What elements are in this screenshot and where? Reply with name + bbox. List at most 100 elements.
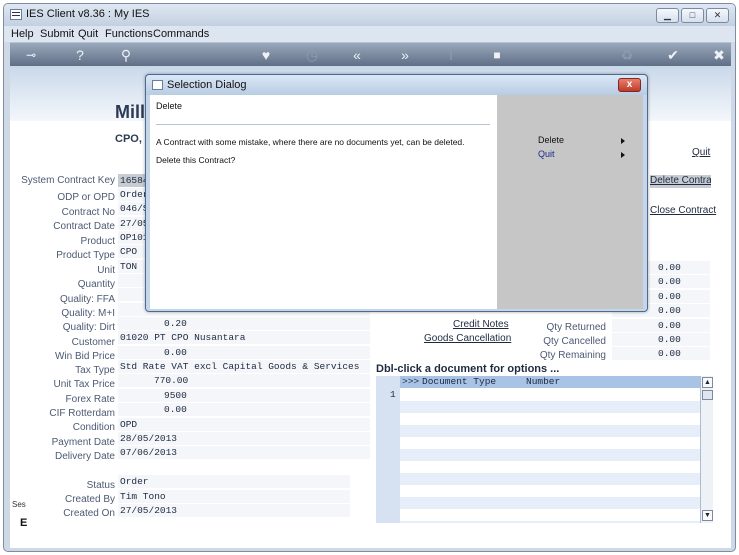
value-delivery-date[interactable]: 07/06/2013 [118,446,370,459]
help-icon[interactable]: ? [70,45,90,65]
label-quality-dirt: Quality: Dirt [62,322,115,333]
label-qty-remaining: Qty Remaining [539,350,606,361]
value-created-on[interactable]: 27/05/2013 [118,504,350,517]
menu-commands[interactable]: Commands [153,28,209,40]
value-forex-rate[interactable]: 9500 [118,389,370,402]
window-close-button[interactable]: ✕ [706,8,729,23]
option-delete[interactable]: Delete [538,135,564,145]
menu-functions[interactable]: Functions [105,28,153,40]
label-contract-date: Contract Date [53,221,115,232]
dialog-title-bar[interactable]: Selection Dialog x [146,75,647,95]
value-quality-dirt[interactable]: 0.20 [118,317,370,330]
label-status: Status [86,480,115,491]
label-product-type: Product Type [56,250,115,261]
value-unit-tax-price[interactable]: 770.00 [118,374,370,387]
quit-link[interactable]: Quit [692,147,710,158]
value-condition[interactable]: OPD [118,418,370,431]
label-system-contract-key: System Contract Key [21,175,115,186]
label-unit: Unit [97,265,115,276]
window-title: IES Client v8.36 : My IES [26,8,150,20]
label-qty-cancelled: Qty Cancelled [543,336,606,347]
dialog-body: Delete A Contract with some mistake, whe… [150,95,497,309]
value-created-by[interactable]: Tim Tono [118,490,350,503]
goods-cancellation-link[interactable]: Goods Cancellation [424,333,511,344]
dialog-app-icon [152,80,163,90]
dialog-heading: Delete [156,101,183,111]
credit-notes-link[interactable]: Credit Notes [453,319,509,330]
value-win-bid-price[interactable]: 0.00 [118,346,370,359]
submenu-arrow-icon [621,152,625,158]
label-delivery-date: Delivery Date [54,451,115,462]
delete-contract-link[interactable]: Delete Contract [650,175,711,188]
qty-returned-value: 0.00 [612,319,710,332]
dialog-message: A Contract with some mistake, where ther… [156,137,465,147]
label-contract-no: Contract No [61,207,115,218]
dialog-title: Selection Dialog [167,79,247,91]
dialog-divider [156,124,490,125]
scroll-thumb[interactable] [702,390,713,400]
qty-cancelled-value: 0.00 [612,333,710,346]
documents-title: Dbl-click a document for options ... [376,363,560,375]
title-bar: IES Client v8.36 : My IES ▁ □ ✕ [4,4,735,26]
check-icon[interactable]: ✔ [663,45,683,65]
fast-forward-icon[interactable]: » [395,45,415,65]
option-quit[interactable]: Quit [538,149,555,159]
page-title: Mill [115,102,145,122]
grid-scrollbar[interactable]: ▲ ▼ [700,376,713,523]
close-icon[interactable]: ✖ [709,45,729,65]
label-tax-type: Tax Type [75,365,115,376]
menu-bar: Help Submit Quit Functions Commands [4,26,735,42]
grid-header: >>> Document Type Number [400,376,700,388]
app-icon [10,9,22,20]
menu-submit[interactable]: Submit [40,28,74,40]
label-product: Product [80,236,115,247]
table-row[interactable] [400,388,700,401]
row-number: 1 [390,389,396,400]
column-marker: >>> [402,376,420,387]
label-win-bid-price: Win Bid Price [54,351,115,362]
minimize-button[interactable]: ▁ [656,8,679,23]
dialog-options-panel: Delete Quit [497,95,643,309]
dialog-question: Delete this Contract? [156,155,236,165]
dialog-close-button[interactable]: x [618,78,641,92]
menu-quit[interactable]: Quit [78,28,98,40]
scroll-down-icon[interactable]: ▼ [702,510,713,521]
value-status[interactable]: Order [118,475,350,488]
value-customer[interactable]: 01020 PT CPO Nusantara [118,331,370,344]
qty-remaining-value: 0.00 [612,347,710,360]
value-payment-date[interactable]: 28/05/2013 [118,432,370,445]
grid-empty-rows [400,401,700,523]
submenu-arrow-icon [621,138,625,144]
value-tax-type[interactable]: Std Rate VAT excl Capital Goods & Servic… [118,360,370,373]
label-customer: Customer [71,337,115,348]
value-cif-rotterdam[interactable]: 0.00 [118,403,370,416]
menu-help[interactable]: Help [11,28,34,40]
label-odp-or-opd: ODP or OPD [57,192,115,203]
stop-icon[interactable]: ■ [487,45,507,65]
recycle-icon[interactable]: ♻ [617,45,637,65]
session-label: Ses [12,500,26,509]
heart-icon[interactable]: ♥ [256,45,276,65]
scroll-up-icon[interactable]: ▲ [702,377,713,388]
search-icon[interactable]: ⚲ [116,45,136,65]
text-cursor-icon[interactable]: I [441,45,461,65]
selection-dialog: Selection Dialog x Delete A Contract wit… [145,74,648,312]
label-created-by: Created By [64,494,115,505]
clock-icon[interactable]: ◷ [302,45,322,65]
label-condition: Condition [72,422,115,433]
label-quality-mi: Quality: M+I [61,308,115,319]
toolbar: ⊸ ? ⚲ ♥ ◷ « » I ■ ♻ ✔ ✖ [10,42,731,66]
column-document-type[interactable]: Document Type [422,376,496,388]
column-number[interactable]: Number [526,376,560,388]
key-icon[interactable]: ⊸ [18,45,44,65]
label-cif-rotterdam: CIF Rotterdam [49,408,115,419]
documents-grid[interactable]: >>> Document Type Number 1 ▲ ▼ [376,376,713,523]
label-unit-tax-price: Unit Tax Price [53,379,115,390]
label-qty-returned: Qty Returned [546,322,606,333]
rewind-icon[interactable]: « [347,45,367,65]
close-contract-link[interactable]: Close Contract [650,205,716,216]
label-forex-rate: Forex Rate [65,394,115,405]
label-payment-date: Payment Date [51,437,115,448]
maximize-button[interactable]: □ [681,8,704,23]
label-quantity: Quantity [77,279,115,290]
